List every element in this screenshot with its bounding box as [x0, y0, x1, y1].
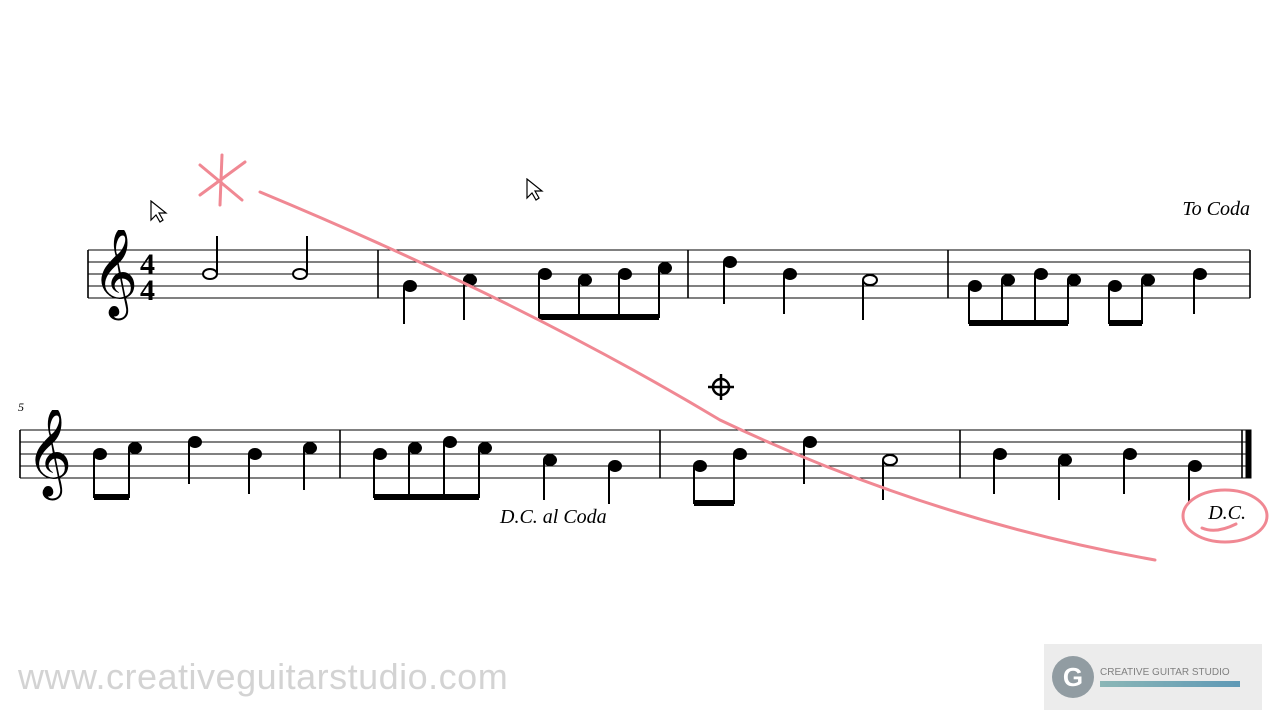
coda-symbol-icon — [706, 372, 736, 402]
time-signature-bottom: 4 — [140, 274, 155, 307]
cursor-icon-2 — [526, 178, 544, 209]
watermark-text: www.creativeguitarstudio.com — [18, 656, 508, 698]
to-coda-label: To Coda — [1182, 198, 1250, 221]
m8-notes — [994, 449, 1201, 504]
m6-notes — [374, 437, 621, 504]
dc-label: D.C. — [1208, 502, 1246, 525]
treble-clef-icon: 𝄞 — [92, 230, 138, 321]
staff-2: 𝄞 — [0, 410, 1280, 570]
logo-line1: CREATIVE GUITAR STUDIO — [1100, 667, 1240, 678]
m7-notes — [694, 437, 897, 506]
logo-initial: G — [1052, 656, 1094, 698]
staff-1: 𝄞 4 4 — [0, 230, 1280, 390]
brand-logo: G CREATIVE GUITAR STUDIO — [1044, 644, 1262, 710]
treble-clef-icon-2: 𝄞 — [26, 410, 72, 501]
dc-al-coda-label: D.C. al Coda — [500, 506, 607, 529]
m5-notes — [94, 437, 316, 500]
m1-notes — [203, 236, 307, 279]
m3-notes — [724, 257, 877, 320]
m2-notes — [404, 263, 671, 324]
sheet-music-canvas: { "labels": { "to_coda": "To Coda", "dc_… — [0, 0, 1280, 720]
measure-number-5: 5 — [18, 400, 24, 415]
cursor-icon — [150, 200, 168, 231]
